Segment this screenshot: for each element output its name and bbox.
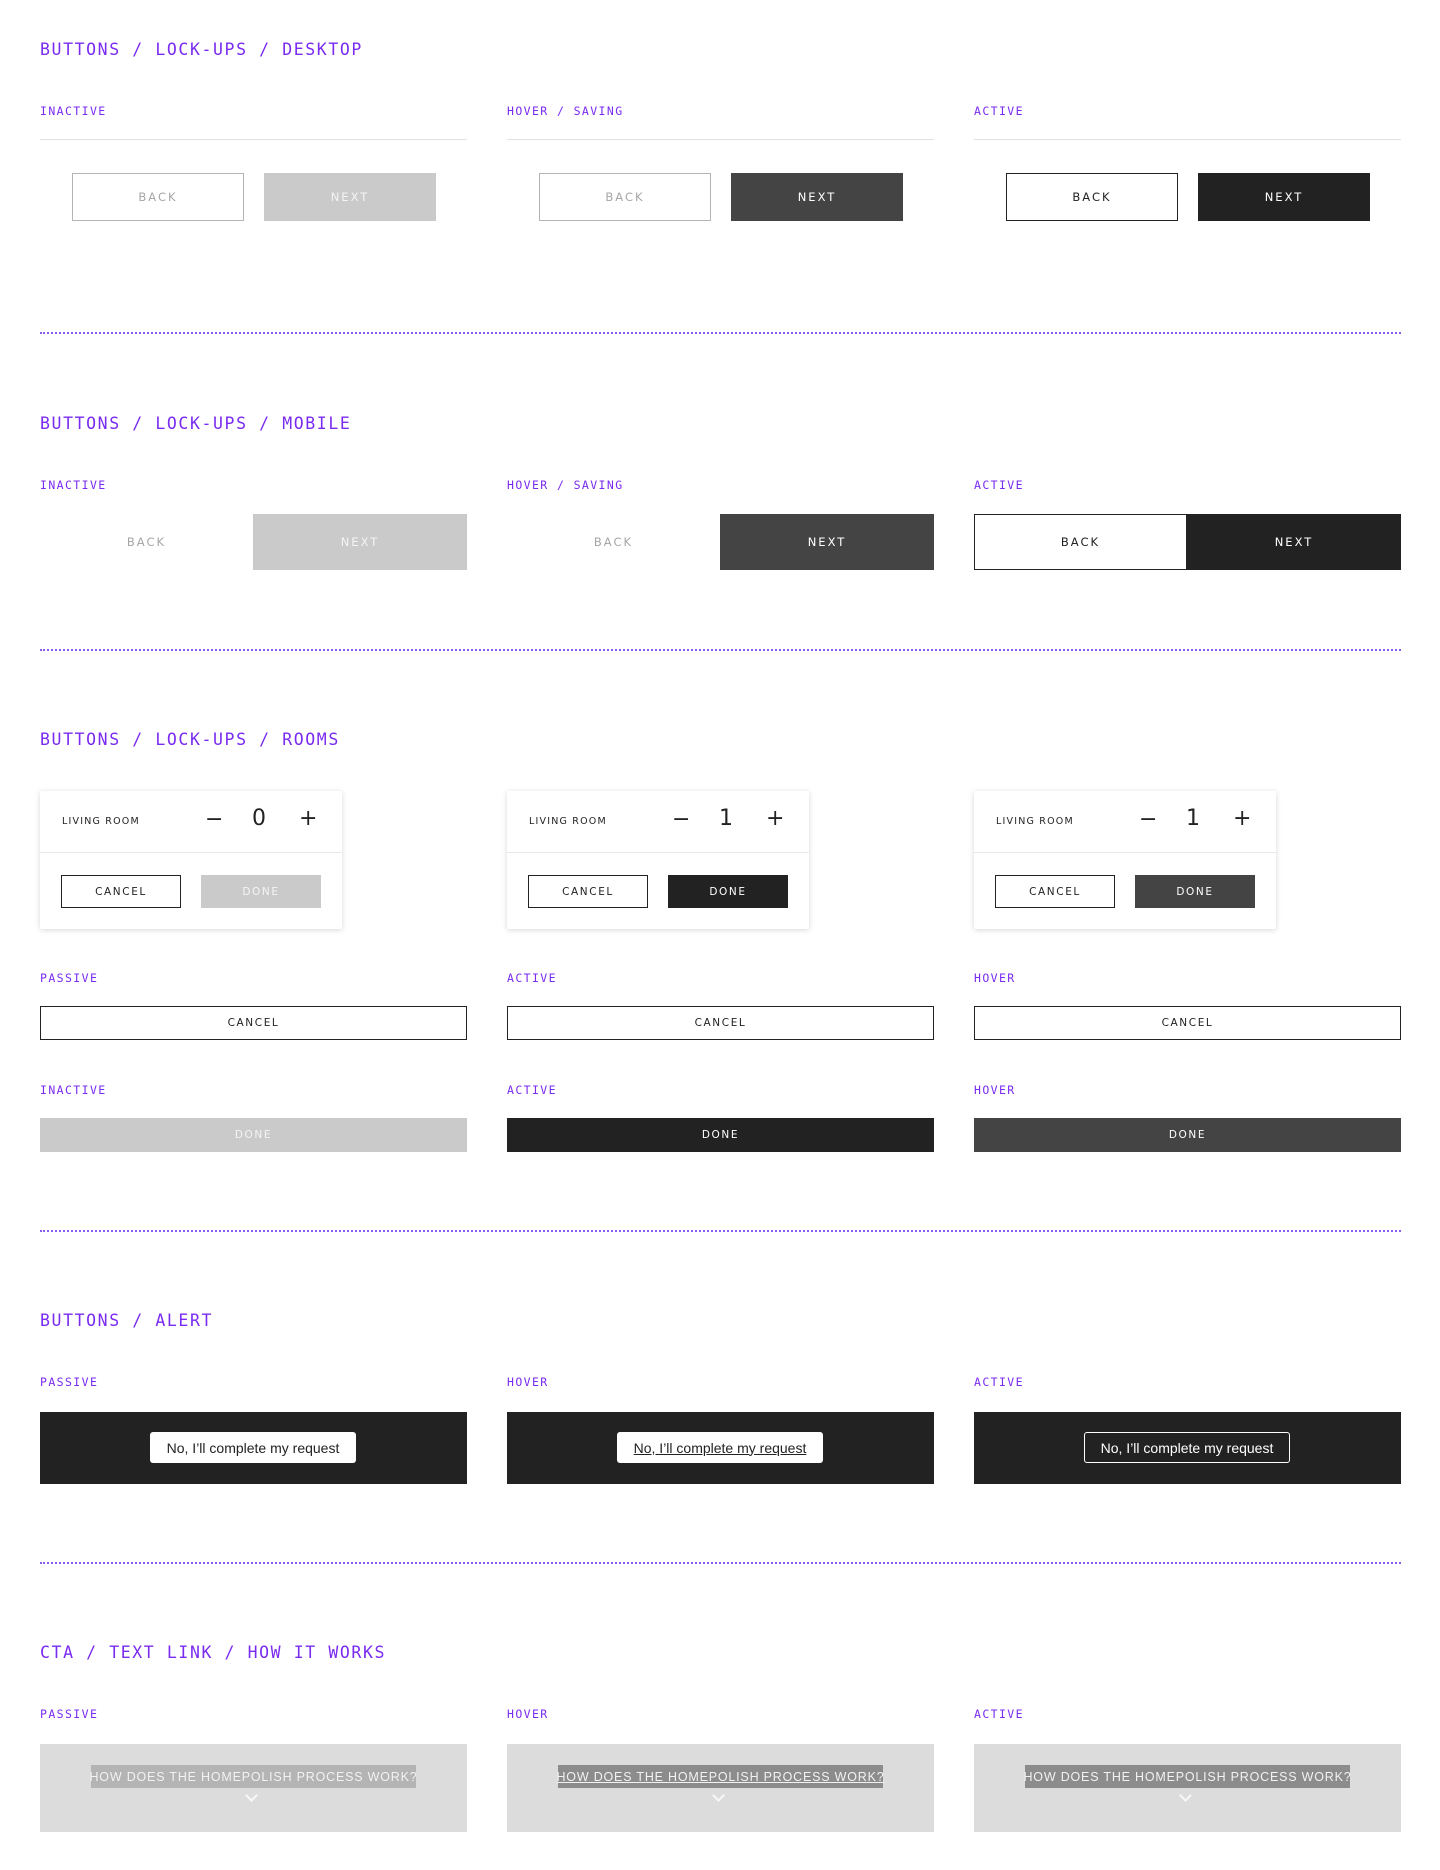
how-it-works-link-passive[interactable]: HOW DOES THE HOMEPOLISH PROCESS WORK? [89, 1765, 417, 1788]
room-count: 0 [252, 806, 266, 831]
chevron-down-icon[interactable] [1179, 1789, 1192, 1802]
section-separator [40, 332, 1401, 334]
alert-banner: No, I’ll complete my request [974, 1412, 1401, 1484]
how-it-works-link-hover[interactable]: HOW DOES THE HOMEPOLISH PROCESS WORK? [556, 1765, 884, 1788]
room-row: LIVING ROOM − 1 + [974, 791, 1276, 853]
room-row: LIVING ROOM − 1 + [507, 791, 809, 853]
state-label-hover: HOVER [507, 1375, 549, 1389]
cancel-button[interactable]: CANCEL [995, 875, 1115, 908]
next-button-mobile-active[interactable]: NEXT [1187, 514, 1401, 570]
decrement-button[interactable]: − [672, 807, 690, 832]
next-button-inactive[interactable]: NEXT [264, 173, 436, 221]
back-button-mobile-hover[interactable]: BACK [507, 514, 720, 570]
done-button-active[interactable]: DONE [668, 875, 788, 908]
state-label-hover: HOVER [974, 971, 1016, 985]
state-label-passive: PASSIVE [40, 971, 99, 985]
state-label-active: ACTIVE [974, 478, 1024, 492]
chevron-down-icon[interactable] [712, 1789, 725, 1802]
done-button-inactive[interactable]: DONE [40, 1118, 467, 1152]
room-card: LIVING ROOM − 1 + CANCEL DONE [507, 791, 809, 929]
next-button-mobile-inactive[interactable]: NEXT [253, 514, 467, 570]
section-separator [40, 649, 1401, 651]
done-button-hover[interactable]: DONE [1135, 875, 1255, 908]
state-label-active: ACTIVE [507, 971, 557, 985]
back-button-hover[interactable]: BACK [539, 173, 711, 221]
cancel-button-hover[interactable]: CANCEL [974, 1006, 1401, 1040]
room-label: LIVING ROOM [529, 816, 607, 827]
dismiss-alert-button-passive[interactable]: No, I’ll complete my request [150, 1432, 356, 1463]
section-title-desktop: BUTTONS / LOCK-UPS / DESKTOP [40, 40, 363, 59]
decrement-button[interactable]: − [1139, 807, 1157, 832]
how-it-works-link-active[interactable]: HOW DOES THE HOMEPOLISH PROCESS WORK? [1023, 1765, 1351, 1788]
back-button-mobile-inactive[interactable]: BACK [40, 514, 253, 570]
cancel-button[interactable]: CANCEL [61, 875, 181, 908]
section-separator [40, 1230, 1401, 1232]
state-label-active: ACTIVE [974, 1375, 1024, 1389]
section-title-rooms: BUTTONS / LOCK-UPS / ROOMS [40, 730, 340, 749]
chevron-down-icon[interactable] [245, 1789, 258, 1802]
back-button-inactive[interactable]: BACK [72, 173, 244, 221]
room-label: LIVING ROOM [62, 816, 140, 827]
room-card: LIVING ROOM − 1 + CANCEL DONE [974, 791, 1276, 929]
cancel-button[interactable]: CANCEL [528, 875, 648, 908]
state-label-inactive: INACTIVE [40, 1083, 107, 1097]
section-title-cta: CTA / TEXT LINK / HOW IT WORKS [40, 1643, 387, 1662]
state-label-inactive: INACTIVE [40, 104, 107, 118]
divider [507, 139, 934, 140]
state-label-hover-saving: HOVER / SAVING [507, 104, 624, 118]
state-label-passive: PASSIVE [40, 1707, 99, 1721]
state-label-hover: HOVER [507, 1707, 549, 1721]
dismiss-alert-button-active[interactable]: No, I’ll complete my request [1084, 1432, 1290, 1463]
cta-panel: HOW DOES THE HOMEPOLISH PROCESS WORK? [40, 1744, 467, 1832]
state-label-passive: PASSIVE [40, 1375, 99, 1389]
divider [974, 139, 1401, 140]
section-separator [40, 1562, 1401, 1564]
room-count: 1 [1186, 806, 1200, 831]
done-button-hover[interactable]: DONE [974, 1118, 1401, 1152]
cta-panel: HOW DOES THE HOMEPOLISH PROCESS WORK? [974, 1744, 1401, 1832]
increment-button[interactable]: + [299, 806, 317, 831]
next-button-hover[interactable]: NEXT [731, 173, 903, 221]
state-label-active: ACTIVE [974, 1707, 1024, 1721]
next-button-active[interactable]: NEXT [1198, 173, 1370, 221]
back-button-active[interactable]: BACK [1006, 173, 1178, 221]
state-label-hover: HOVER [974, 1083, 1016, 1097]
state-label-active: ACTIVE [974, 104, 1024, 118]
increment-button[interactable]: + [1233, 806, 1251, 831]
alert-banner: No, I’ll complete my request [507, 1412, 934, 1484]
room-card: LIVING ROOM − 0 + CANCEL DONE [40, 791, 342, 929]
cancel-button-active[interactable]: CANCEL [507, 1006, 934, 1040]
cancel-button-passive[interactable]: CANCEL [40, 1006, 467, 1040]
cta-panel: HOW DOES THE HOMEPOLISH PROCESS WORK? [507, 1744, 934, 1832]
state-label-active: ACTIVE [507, 1083, 557, 1097]
done-button-active[interactable]: DONE [507, 1118, 934, 1152]
divider [40, 139, 467, 140]
section-title-alert: BUTTONS / ALERT [40, 1311, 214, 1330]
dismiss-alert-button-hover[interactable]: No, I’ll complete my request [617, 1432, 823, 1463]
back-button-mobile-active[interactable]: BACK [974, 514, 1187, 570]
decrement-button[interactable]: − [205, 807, 223, 832]
next-button-mobile-hover[interactable]: NEXT [720, 514, 934, 570]
increment-button[interactable]: + [766, 806, 784, 831]
room-row: LIVING ROOM − 0 + [40, 791, 342, 853]
room-label: LIVING ROOM [996, 816, 1074, 827]
section-title-mobile: BUTTONS / LOCK-UPS / MOBILE [40, 414, 352, 433]
alert-banner: No, I’ll complete my request [40, 1412, 467, 1484]
state-label-inactive: INACTIVE [40, 478, 107, 492]
room-count: 1 [719, 806, 733, 831]
state-label-hover-saving: HOVER / SAVING [507, 478, 624, 492]
done-button-inactive[interactable]: DONE [201, 875, 321, 908]
